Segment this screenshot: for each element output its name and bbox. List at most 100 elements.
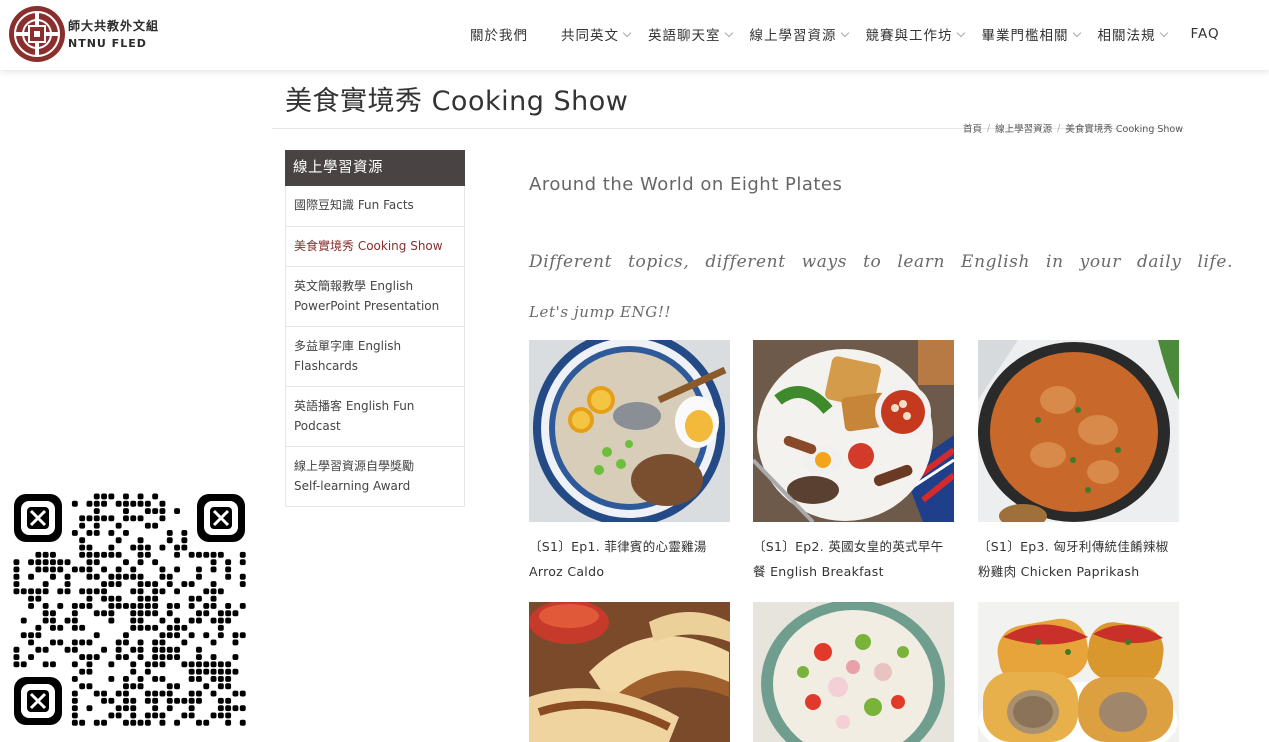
episode-thumbnail[interactable] <box>753 340 954 522</box>
nav-item-common-english[interactable]: 共同英文 <box>561 24 632 44</box>
episode-card-chicken-paprikash[interactable]: 〔S1〕Ep3. 匈牙利傳統佳餚辣椒 粉雞肉 Chicken Paprikash <box>978 340 1179 584</box>
episode-thumbnail[interactable] <box>753 602 954 742</box>
sidebar-item-fun-facts[interactable]: 國際豆知識 Fun Facts <box>286 186 464 226</box>
qr-module <box>93 573 100 580</box>
qr-module <box>28 588 34 595</box>
qr-module <box>93 690 100 697</box>
episode-title[interactable]: 〔S1〕Ep2. 英國女皇的英式早午 餐 English Breakfast <box>753 534 954 584</box>
qr-module <box>225 566 232 573</box>
nav-item-competitions[interactable]: 競賽與工作坊 <box>866 24 965 44</box>
qr-module <box>115 639 122 646</box>
qr-module <box>35 595 42 602</box>
qr-module <box>108 617 115 624</box>
episode-card-english-breakfast[interactable]: 〔S1〕Ep2. 英國女皇的英式早午 餐 English Breakfast <box>753 340 954 584</box>
qr-module <box>144 668 151 675</box>
qr-module <box>42 551 49 558</box>
qr-module <box>130 624 137 631</box>
qr-module <box>239 719 246 726</box>
qr-module <box>203 668 210 675</box>
nav-item-about[interactable]: 關於我們 <box>470 24 528 44</box>
qr-module <box>159 712 166 719</box>
qr-module <box>42 617 49 624</box>
qr-module <box>144 551 151 558</box>
breadcrumb-home-link[interactable]: 首頁 <box>963 121 982 135</box>
episode-thumbnail[interactable] <box>978 340 1179 522</box>
qr-module <box>86 705 93 712</box>
qr-module <box>108 515 115 522</box>
qr-finder <box>14 494 62 542</box>
episode-card-5[interactable] <box>753 602 954 742</box>
episode-card-4[interactable] <box>529 602 730 742</box>
qr-module <box>71 530 78 536</box>
sidebar-item-flashcards[interactable]: 多益單字庫 English Flashcards <box>286 326 464 386</box>
episode-card-arroz-caldo[interactable]: 〔S1〕Ep1. 菲律賓的心靈雞湯 Arroz Caldo <box>529 340 730 584</box>
qr-module <box>239 573 246 580</box>
nav-item-regulations[interactable]: 相關法規 <box>1098 24 1168 44</box>
episode-title[interactable]: 〔S1〕Ep1. 菲律賓的心靈雞湯 Arroz Caldo <box>529 534 730 584</box>
nav-item-online-resources[interactable]: 線上學習資源 <box>750 24 849 44</box>
breadcrumb-section-link[interactable]: 線上學習資源 <box>995 121 1052 135</box>
qr-module <box>232 705 239 712</box>
nav-item-chat-room[interactable]: 英語聊天室 <box>648 24 733 44</box>
sidebar-item-powerpoint[interactable]: 英文簡報教學 English PowerPoint Presentation <box>286 266 464 326</box>
qr-module <box>225 661 232 668</box>
qr-module <box>71 566 78 573</box>
qr-module <box>144 595 151 602</box>
qr-module <box>123 683 129 690</box>
breadcrumb-current: 美食實境秀 Cooking Show <box>1065 124 1183 135</box>
qr-module <box>152 646 159 653</box>
sidebar-item-label-2: Podcast <box>294 419 341 433</box>
qr-module <box>20 632 27 639</box>
qr-module <box>101 566 107 573</box>
qr-module <box>159 500 166 507</box>
qr-module <box>86 566 93 573</box>
qr-module <box>196 551 202 558</box>
qr-module <box>152 610 159 617</box>
qr-module <box>144 603 151 609</box>
qr-module <box>101 610 107 617</box>
episode-thumbnail[interactable] <box>978 602 1179 742</box>
qr-module <box>64 573 71 580</box>
qr-module <box>108 581 115 587</box>
episode-title[interactable]: 〔S1〕Ep3. 匈牙利傳統佳餚辣椒 粉雞肉 Chicken Paprikash <box>978 534 1179 584</box>
qr-module <box>144 581 151 587</box>
episode-card-6[interactable] <box>978 602 1179 742</box>
qr-module <box>35 566 42 573</box>
qr-module <box>101 493 107 500</box>
qr-module <box>166 610 173 617</box>
qr-module <box>144 661 151 668</box>
qr-module <box>28 654 34 660</box>
nav-item-faq[interactable]: FAQ <box>1191 26 1220 42</box>
qr-module <box>108 551 115 558</box>
qr-module <box>181 712 188 719</box>
qr-module <box>57 566 64 573</box>
qr-module <box>93 559 100 566</box>
qr-module <box>101 515 107 522</box>
site-brand[interactable]: 師大共教外文組 NTNU FLED <box>68 17 159 50</box>
qr-module <box>71 500 78 507</box>
qr-module <box>79 624 86 631</box>
qr-module <box>86 530 93 536</box>
qr-module <box>174 603 180 609</box>
qr-module <box>217 551 224 558</box>
episode-title-line1: 〔S1〕Ep1. 菲律賓的心靈雞湯 <box>529 539 707 554</box>
qr-module <box>93 508 100 514</box>
qr-module <box>152 581 159 587</box>
sidebar-item-cooking-show[interactable]: 美食實境秀 Cooking Show <box>286 226 464 266</box>
episode-thumbnail[interactable] <box>529 602 730 742</box>
qr-module <box>86 603 93 609</box>
qr-module <box>93 530 100 536</box>
qr-module <box>130 668 137 675</box>
sidebar-item-podcast[interactable]: 英語播客 English Fun Podcast <box>286 386 464 446</box>
qr-module <box>130 683 137 690</box>
episode-thumbnail[interactable] <box>529 340 730 522</box>
qr-module <box>144 610 151 617</box>
ntnu-logo-icon[interactable] <box>8 5 66 63</box>
qr-module <box>123 719 129 726</box>
qr-module <box>123 573 129 580</box>
sidebar-item-self-learning-award[interactable]: 線上學習資源自學獎勵 Self-learning Award <box>286 446 464 506</box>
qr-module <box>166 690 173 697</box>
nav-item-graduation[interactable]: 畢業門檻相關 <box>982 24 1081 44</box>
qr-module <box>166 573 173 580</box>
qr-module <box>181 624 188 631</box>
